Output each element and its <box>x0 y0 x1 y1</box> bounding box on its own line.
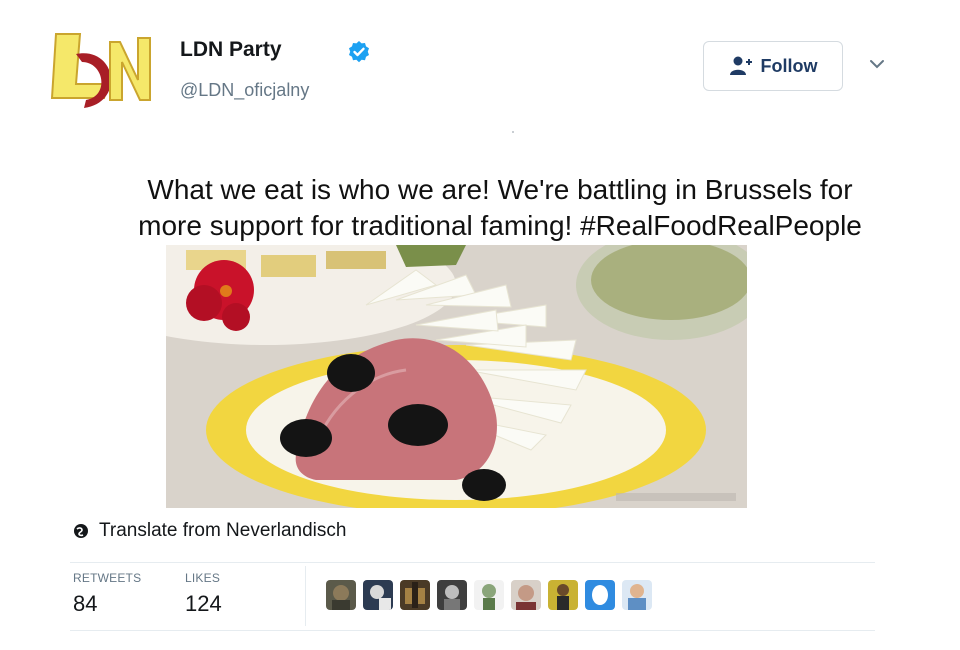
liker-avatar-4[interactable] <box>437 580 467 610</box>
translate-link[interactable]: Translate from Neverlandisch <box>73 520 346 542</box>
liker-avatar-1[interactable] <box>326 580 356 610</box>
globe-icon <box>74 524 88 538</box>
retweets-stat[interactable]: RETWEETS 84 <box>73 571 141 617</box>
liker-avatar-2[interactable] <box>363 580 393 610</box>
liker-avatar-7[interactable] <box>548 580 578 610</box>
follow-button[interactable]: Follow <box>703 41 843 91</box>
liker-avatar-3[interactable] <box>400 580 430 610</box>
user-handle[interactable]: @LDN_oficjalny <box>180 80 309 101</box>
liker-avatar-5[interactable] <box>474 580 504 610</box>
stats-divider-bottom <box>70 630 875 631</box>
translate-label: Translate from Neverlandisch <box>99 520 347 541</box>
likes-label: LIKES <box>185 571 221 585</box>
follow-label: Follow <box>760 55 818 76</box>
display-name[interactable]: LDN Party <box>180 38 282 62</box>
likes-stat[interactable]: LIKES 124 <box>185 571 222 617</box>
liker-avatar-8[interactable] <box>585 580 615 610</box>
liker-avatar-6[interactable] <box>511 580 541 610</box>
tweet-text-line-1: What we eat is who we are! We're battlin… <box>147 174 853 205</box>
retweets-label: RETWEETS <box>73 571 142 585</box>
chevron-down-icon[interactable] <box>868 58 886 70</box>
stats-divider-top <box>70 562 875 563</box>
liker-avatars <box>326 580 652 610</box>
tweet-photo[interactable] <box>166 245 747 508</box>
retweets-count: 84 <box>73 591 98 616</box>
add-user-icon <box>729 56 752 75</box>
tweet-text: What we eat is who we are! We're battlin… <box>70 172 930 244</box>
separator-dot <box>512 131 514 133</box>
verified-badge-icon <box>349 41 369 63</box>
likes-count: 124 <box>185 591 222 616</box>
liker-avatar-9[interactable] <box>622 580 652 610</box>
party-logo[interactable] <box>46 28 158 112</box>
stats-divider-vertical <box>305 566 306 626</box>
tweet-text-line-2: more support for traditional faming! #Re… <box>138 210 862 241</box>
